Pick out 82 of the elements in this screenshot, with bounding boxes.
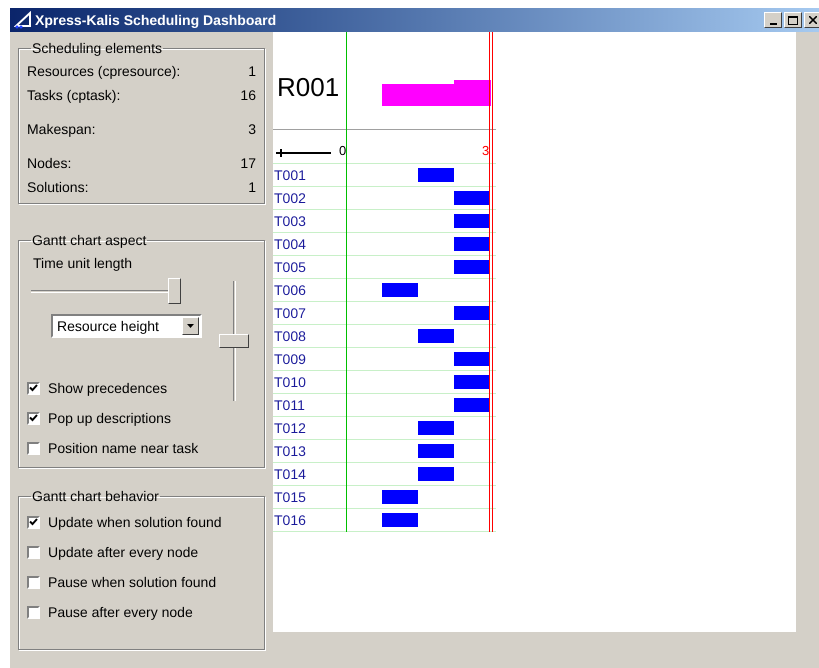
axis-end-label: 3 [482,144,490,157]
checkbox[interactable] [27,412,40,424]
task-label: T012 [273,418,307,438]
task-bar [418,168,454,182]
slider-thumb[interactable] [219,334,249,348]
checkbox-label: Pause when solution found [48,572,216,592]
checkmark-icon [29,518,38,526]
task-label: T007 [273,304,307,322]
slider-thumb[interactable] [168,278,181,304]
minimize-button[interactable] [764,12,782,28]
task-label: T006 [273,280,307,300]
maximize-icon [788,16,798,24]
task-bar [454,375,490,389]
task-label: T009 [273,350,307,368]
task-bar [454,191,490,205]
checkbox-label: Pop up descriptions [48,408,171,428]
checkmark-icon [29,414,38,422]
stat-label: Makespan: [27,120,96,139]
task-label: T011 [273,396,306,414]
task-bar [382,490,418,504]
minimize-icon [770,23,776,25]
stat-value: 3 [248,120,256,138]
task-bar [382,513,418,527]
close-button[interactable] [804,12,819,28]
dropdown-arrow-button[interactable] [182,317,199,335]
stat-value: 1 [248,62,256,80]
task-bar [454,260,490,274]
task-label: T013 [273,442,307,460]
app-logo-icon [14,11,34,29]
task-bar [382,283,418,297]
checkbox[interactable] [27,576,40,588]
checkbox[interactable] [27,606,40,618]
checkbox[interactable] [27,442,40,454]
task-bar [418,467,454,481]
maximize-button[interactable] [784,12,802,28]
task-bar [454,352,490,366]
task-bar [454,214,490,228]
checkbox-label: Position name near task [48,438,198,458]
window-title: Xpress-Kalis Scheduling Dashboard [35,10,276,30]
task-label: T014 [273,464,307,484]
task-bar [418,444,454,458]
task-label: T003 [273,212,307,230]
stat-label: Tasks (cptask): [27,86,120,105]
checkmark-icon [29,384,38,392]
task-bar [418,329,454,343]
task-label: T016 [273,510,307,530]
checkbox-label: Show precedences [48,378,168,398]
task-bar [454,237,490,251]
group-title: Gantt chart aspect [31,231,148,250]
task-bar [418,421,454,435]
checkbox-label: Pause after every node [48,602,193,622]
stat-label: Nodes: [27,154,72,172]
checkbox-label: Update after every node [48,542,198,562]
resource-height-dropdown[interactable]: Resource height [51,314,202,338]
time-unit-slider[interactable] [31,278,181,304]
axis-scale-icon [276,149,331,157]
group-title: Gantt chart behavior [31,487,160,506]
stat-label: Solutions: [27,178,88,196]
task-bar [454,398,490,412]
close-icon [809,16,817,24]
task-label: T008 [273,326,307,346]
stat-value: 16 [240,86,256,104]
stat-value: 1 [248,178,256,196]
group-title: Scheduling elements [31,39,163,58]
checkbox[interactable] [27,516,40,528]
task-bar [454,306,490,320]
caret-icon [187,324,194,328]
stat-label: Resources (cpresource): [27,62,180,81]
task-label: T002 [273,188,307,208]
resource-label: R001 [277,71,340,104]
task-label: T004 [273,234,307,254]
stat-value: 17 [240,154,256,172]
checkbox[interactable] [27,546,40,558]
task-label: T010 [273,372,307,392]
task-label: T005 [273,258,307,276]
axis-start-label: 0 [339,144,346,157]
task-label: T001 [273,166,307,184]
checkbox-label: Update when solution found [48,512,222,532]
task-label: T015 [273,488,307,506]
height-slider[interactable] [219,281,249,401]
slider-label: Time unit length [33,254,134,273]
checkbox[interactable] [27,382,40,394]
